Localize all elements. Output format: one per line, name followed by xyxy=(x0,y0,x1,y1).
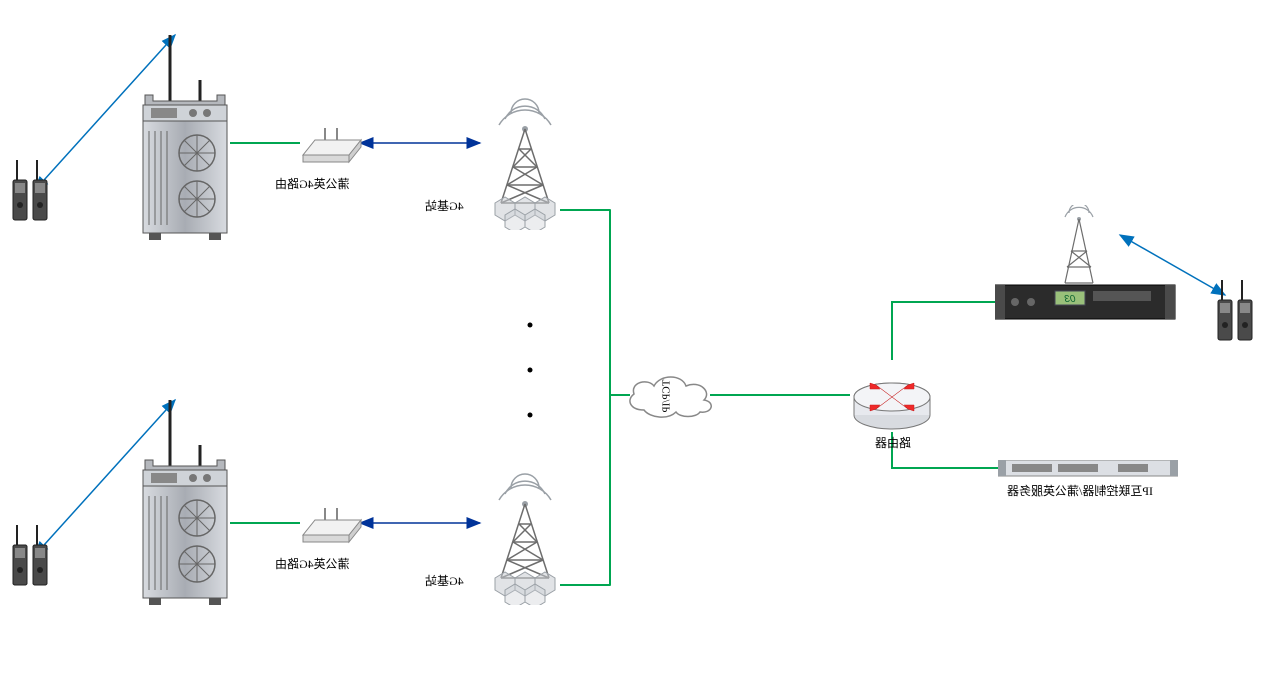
ellipsis-dot xyxy=(528,413,533,418)
4g-router-bottom-label: 蒲公英4G路由 xyxy=(275,555,350,572)
mini-router-icon xyxy=(303,128,361,162)
portable-repeater-bottom xyxy=(125,400,240,610)
repeater-icon xyxy=(143,35,227,240)
rack-antenna-icon xyxy=(1065,205,1093,283)
4g-router-bottom xyxy=(295,500,365,550)
walkie-talkie-icon xyxy=(13,160,47,220)
ellipsis-dot xyxy=(528,368,533,373)
cell-tower-top xyxy=(465,95,580,230)
tcpip-cloud-label: TCP/IP xyxy=(661,379,673,412)
cell-tower-bottom xyxy=(465,470,580,605)
4g-router-top-label: 蒲公英4G路由 xyxy=(275,175,350,192)
ellipsis-dot xyxy=(528,323,533,328)
portable-repeater-top xyxy=(125,35,240,245)
mini-router-icon xyxy=(303,508,361,542)
walkie-talkies-right xyxy=(1210,275,1260,345)
walkie-talkies-top xyxy=(5,155,55,225)
ip-controller-server xyxy=(998,460,1178,478)
router xyxy=(850,355,934,439)
wire-router-rack xyxy=(892,302,995,360)
router-label: 路由器 xyxy=(875,434,911,451)
walkie-talkies-bottom xyxy=(5,520,55,590)
walkie-talkie-icon xyxy=(13,525,47,585)
tower-icon xyxy=(495,474,555,605)
server-label: IP互联控制器/蒲公英服务器 xyxy=(1007,482,1153,499)
wire-tower-top-cloud xyxy=(560,210,630,395)
base-station-rack: 03 xyxy=(995,205,1185,325)
rack-display-text: 03 xyxy=(1064,294,1076,305)
walkie-talkie-icon xyxy=(1218,280,1252,340)
tower-icon xyxy=(495,99,555,230)
4g-router-top xyxy=(295,120,365,170)
cell-tower-top-label: 4G基站 xyxy=(425,197,464,214)
diagram-stage: 蒲公英4G路由 蒲公英4G路由 4G基站 xyxy=(0,0,1265,675)
cell-tower-bottom-label: 4G基站 xyxy=(425,572,464,589)
rack-body: 03 xyxy=(995,285,1175,319)
repeater-icon xyxy=(143,400,227,605)
